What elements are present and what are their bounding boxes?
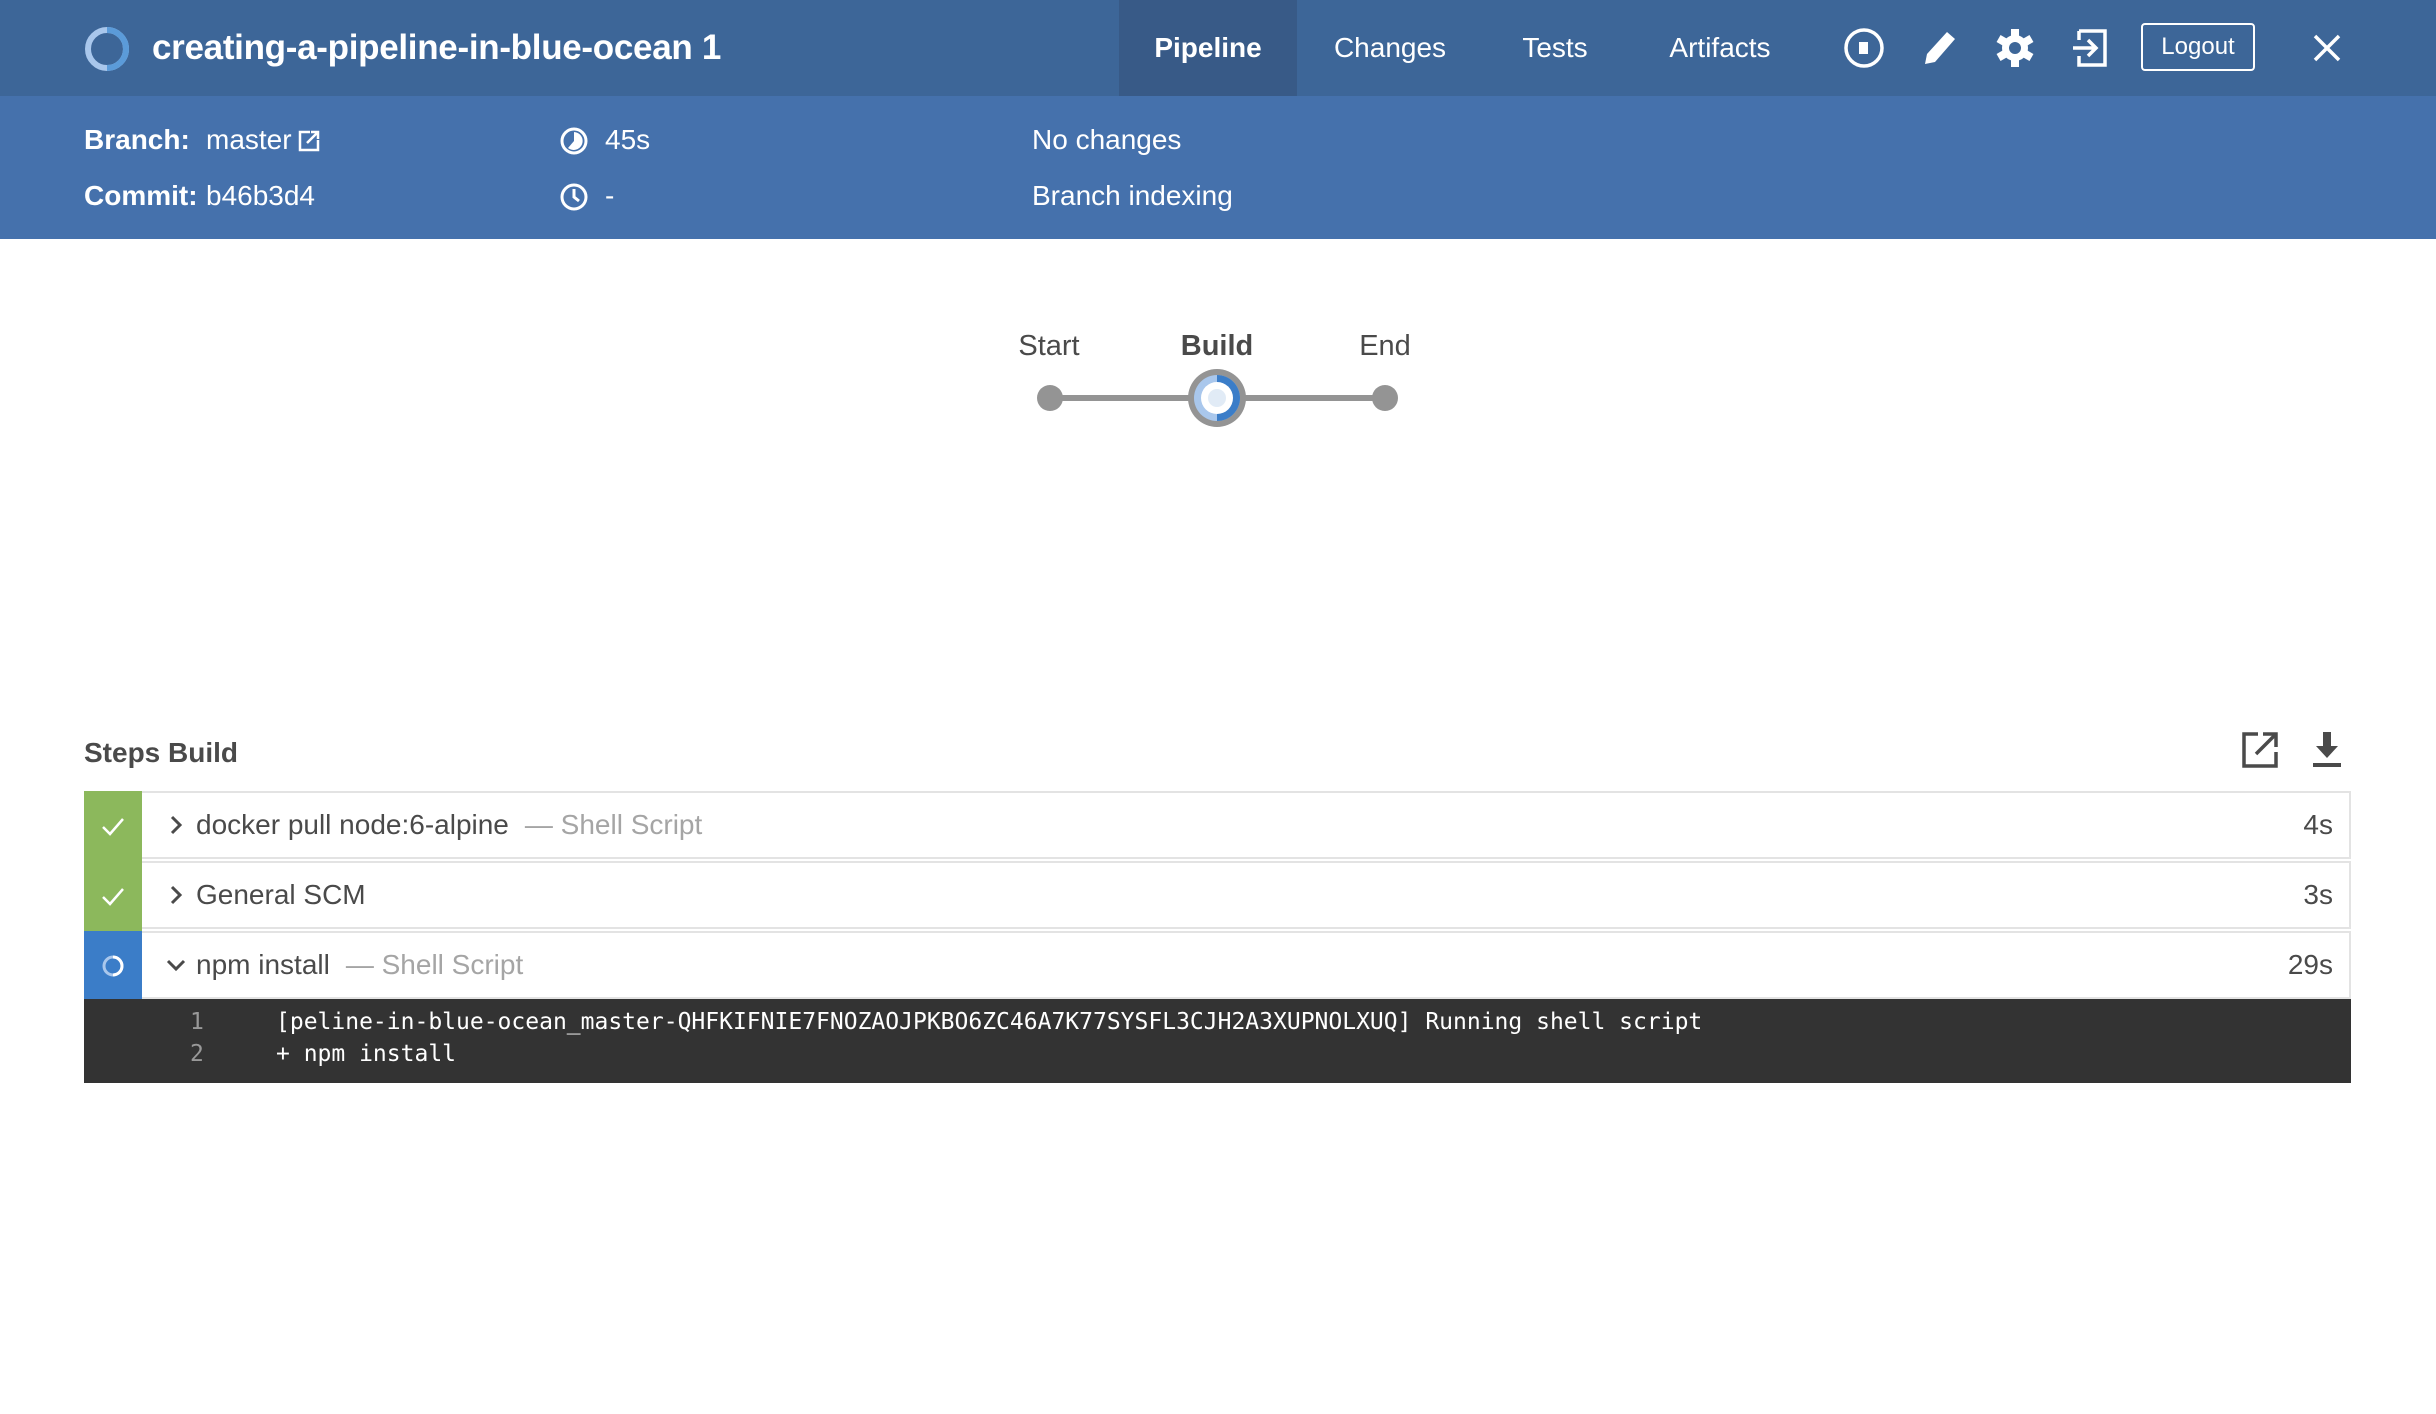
exit-icon[interactable] bbox=[2069, 26, 2113, 70]
check-icon bbox=[102, 818, 124, 836]
branch-value[interactable]: master bbox=[206, 124, 292, 156]
cause-text: Branch indexing bbox=[1032, 180, 1233, 211]
gear-icon[interactable] bbox=[1993, 26, 2037, 70]
spinner-icon bbox=[102, 955, 124, 977]
log-line-text: + npm install bbox=[276, 1041, 457, 1067]
running-status-icon bbox=[85, 27, 129, 71]
commit-value: b46b3d4 bbox=[206, 180, 316, 211]
external-link-icon[interactable] bbox=[297, 129, 321, 153]
log-console: 1 [peline-in-blue-ocean_master-QHFKIFNIE… bbox=[84, 999, 2351, 1083]
chevron-right-icon[interactable] bbox=[164, 813, 188, 837]
chevron-down-icon[interactable] bbox=[164, 953, 188, 977]
stop-icon[interactable] bbox=[1842, 26, 1886, 70]
logout-button[interactable]: Logout bbox=[2141, 23, 2255, 71]
log-line-number: 1 bbox=[190, 1009, 204, 1035]
step-name: npm install bbox=[196, 949, 330, 980]
changes-text: No changes bbox=[1032, 124, 1182, 155]
success-status bbox=[84, 861, 142, 931]
clock-icon bbox=[560, 183, 588, 211]
log-line-number: 2 bbox=[190, 1041, 204, 1067]
tab-artifacts[interactable]: Artifacts bbox=[1650, 0, 1790, 96]
log-line-text: [peline-in-blue-ocean_master-QHFKIFNIE7F… bbox=[276, 1009, 1703, 1035]
chevron-right-icon[interactable] bbox=[164, 883, 188, 907]
running-status bbox=[84, 931, 142, 1001]
step-duration: 3s bbox=[2303, 879, 2333, 910]
open-in-new-icon[interactable] bbox=[2238, 728, 2282, 772]
step-row[interactable]: docker pull node:6-alpine — Shell Script … bbox=[84, 791, 2351, 861]
step-type: — Shell Script bbox=[524, 809, 703, 840]
step-type: — Shell Script bbox=[345, 949, 524, 980]
pencil-icon[interactable] bbox=[1917, 26, 1961, 70]
tab-changes[interactable]: Changes bbox=[1320, 0, 1460, 96]
tab-tests[interactable]: Tests bbox=[1500, 0, 1610, 96]
build-node-running[interactable] bbox=[1188, 369, 1246, 427]
run-title: creating-a-pipeline-in-blue-ocean 1 bbox=[152, 28, 722, 67]
start-node bbox=[1037, 385, 1063, 411]
step-name: docker pull node:6-alpine bbox=[196, 809, 509, 840]
pipeline-graph bbox=[1037, 369, 1398, 427]
success-status bbox=[84, 791, 142, 861]
duration-icon bbox=[560, 127, 588, 155]
close-icon[interactable] bbox=[2305, 26, 2349, 70]
top-bar: creating-a-pipeline-in-blue-ocean 1 Pipe… bbox=[0, 0, 2436, 96]
steps-title: Steps Build bbox=[84, 737, 239, 768]
step-row[interactable]: General SCM 3s bbox=[84, 861, 2351, 931]
end-node bbox=[1372, 385, 1398, 411]
step-row[interactable]: npm install — Shell Script 29s bbox=[84, 931, 2351, 1001]
step-name: General SCM bbox=[196, 879, 366, 910]
download-icon[interactable] bbox=[2305, 728, 2349, 772]
step-duration: 29s bbox=[2287, 949, 2333, 980]
step-duration: 4s bbox=[2303, 809, 2333, 840]
run-info-bar: Branch: master Commit: b46b3d4 45s - No … bbox=[0, 96, 2436, 239]
commit-label: Commit: bbox=[84, 180, 198, 211]
branch-label: Branch: bbox=[84, 124, 190, 155]
tab-pipeline[interactable]: Pipeline bbox=[1119, 0, 1297, 96]
duration-value: 45s bbox=[605, 124, 651, 155]
started-value: - bbox=[605, 180, 615, 211]
check-icon bbox=[102, 888, 124, 906]
